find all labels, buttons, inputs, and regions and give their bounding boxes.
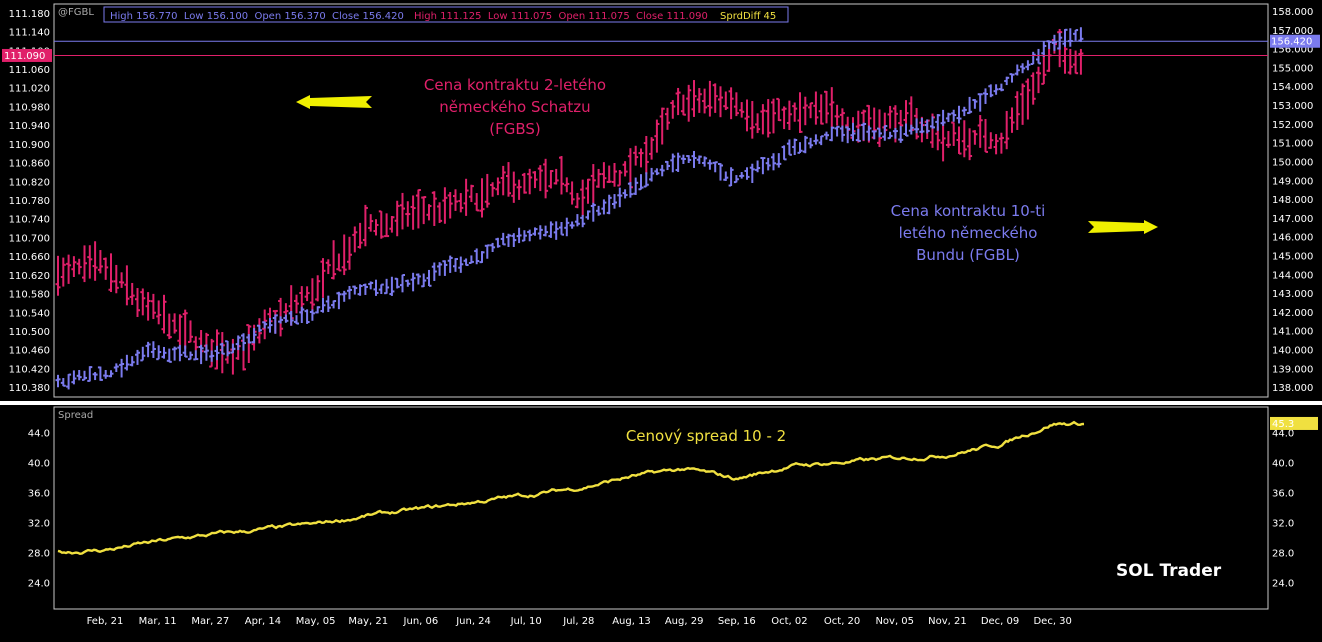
spread-axis-tick-label: 32.0 xyxy=(28,518,50,529)
fgbl-axis-tick-label: 143.000 xyxy=(1272,289,1313,300)
fgbl-axis-tick-label: 150.000 xyxy=(1272,157,1313,168)
fgbl-axis-tick-label: 140.000 xyxy=(1272,345,1313,356)
spread-annotation: Cenový spread 10 - 2 xyxy=(626,427,786,445)
fgbs-axis-tick-label: 110.540 xyxy=(9,308,50,319)
fgbs-annotation-line-2: německého Schatzu xyxy=(439,98,590,116)
fgbs-axis-tick-label: 110.820 xyxy=(9,177,50,188)
spread-panel-title: Spread xyxy=(58,410,93,421)
fgbs-quote: High 111.125 Low 111.075 Open 111.075 Cl… xyxy=(414,11,708,22)
spread-axis-tick-label: 24.0 xyxy=(1272,578,1294,589)
spread-last-value: 45.3 xyxy=(1272,419,1294,430)
fgbs-axis-tick-label: 110.700 xyxy=(9,233,50,244)
fgbl-axis-tick-label: 148.000 xyxy=(1272,195,1313,206)
spread-axis-tick-label: 40.0 xyxy=(28,459,50,470)
spread-axis-tick-label: 44.0 xyxy=(28,429,50,440)
chart: 110.380 110.420 110.460 110.500 110.540 110.5… xyxy=(0,0,1322,642)
spread-axis-tick-label: 36.0 xyxy=(1272,489,1294,500)
fgbs-annotation-line-3: (FGBS) xyxy=(489,120,541,138)
fgbl-axis-tick-label: 153.000 xyxy=(1272,101,1313,112)
date-tick-label: Dec, 30 xyxy=(1033,616,1071,627)
date-tick-label: Jul, 28 xyxy=(562,616,594,627)
fgbl-axis-tick-label: 155.000 xyxy=(1272,63,1313,74)
spread-axis-tick-label: 40.0 xyxy=(1272,459,1294,470)
fgbs-axis-tick-label: 110.740 xyxy=(9,215,50,226)
fgbl-axis-tick-label: 144.000 xyxy=(1272,270,1313,281)
fgbs-axis-tick-label: 110.980 xyxy=(9,102,50,113)
fgbl-axis-tick-label: 145.000 xyxy=(1272,251,1313,262)
date-tick-label: Oct, 20 xyxy=(824,616,860,627)
spread-axis-tick-label: 28.0 xyxy=(28,548,50,559)
fgbs-price-axis: 110.380 110.420 110.460 110.500 110.540 110.5… xyxy=(9,9,50,394)
fgbs-axis-tick-label: 110.900 xyxy=(9,140,50,151)
date-tick-label: Aug, 13 xyxy=(612,616,651,627)
fgbl-annotation-line-2: letého německého xyxy=(899,224,1038,242)
fgbs-axis-tick-label: 111.140 xyxy=(9,28,50,39)
fgbl-annotation-line-3: Bundu (FGBL) xyxy=(916,246,1020,264)
date-tick-label: Aug, 29 xyxy=(665,616,704,627)
fgbs-axis-tick-label: 110.860 xyxy=(9,159,50,170)
fgbl-axis-tick-label: 151.000 xyxy=(1272,139,1313,150)
fgbl-axis-tick-label: 147.000 xyxy=(1272,214,1313,225)
fgbs-axis-tick-label: 111.180 xyxy=(9,9,50,20)
date-tick-label: Mar, 11 xyxy=(139,616,177,627)
fgbs-axis-tick-label: 110.500 xyxy=(9,327,50,338)
spread-axis-tick-label: 36.0 xyxy=(28,489,50,500)
fgbl-axis-tick-label: 152.000 xyxy=(1272,120,1313,131)
fgbl-last-price-value: 156.420 xyxy=(1271,37,1312,48)
fgbs-axis-tick-label: 110.780 xyxy=(9,196,50,207)
fgbs-last-price-value: 111.090 xyxy=(4,51,45,62)
chart-background xyxy=(0,0,1322,642)
spread-quote: SprdDiff 45 xyxy=(720,11,776,22)
fgbs-axis-tick-label: 110.460 xyxy=(9,346,50,357)
spread-axis-tick-label: 32.0 xyxy=(1272,518,1294,529)
fgbs-axis-tick-label: 110.580 xyxy=(9,290,50,301)
date-tick-label: Nov, 21 xyxy=(928,616,967,627)
fgbs-axis-tick-label: 110.660 xyxy=(9,252,50,263)
fgbl-axis-tick-label: 149.000 xyxy=(1272,176,1313,187)
date-tick-label: Nov, 05 xyxy=(875,616,914,627)
panel-divider xyxy=(0,401,1322,405)
date-tick-label: Oct, 02 xyxy=(771,616,807,627)
fgbs-annotation-line-1: Cena kontraktu 2-letého xyxy=(424,76,606,94)
spread-axis-tick-label: 28.0 xyxy=(1272,548,1294,559)
fgbl-price-axis: 138.000 139.000 140.000 141.000 142.000 143.0… xyxy=(1272,7,1313,394)
date-tick-label: May, 05 xyxy=(296,616,336,627)
fgbs-axis-tick-label: 111.060 xyxy=(9,65,50,76)
fgbs-axis-tick-label: 110.420 xyxy=(9,364,50,375)
fgbl-annotation-line-1: Cena kontraktu 10-ti xyxy=(891,202,1046,220)
fgbs-axis-tick-label: 111.020 xyxy=(9,84,50,95)
date-tick-label: Sep, 16 xyxy=(718,616,756,627)
date-tick-label: Jul, 10 xyxy=(510,616,542,627)
date-tick-label: Mar, 27 xyxy=(191,616,229,627)
date-tick-label: Feb, 21 xyxy=(87,616,124,627)
fgbl-axis-tick-label: 138.000 xyxy=(1272,383,1313,394)
fgbs-axis-tick-label: 110.380 xyxy=(9,383,50,394)
spread-axis-tick-label: 24.0 xyxy=(28,578,50,589)
fgbl-axis-tick-label: 154.000 xyxy=(1272,82,1313,93)
date-tick-label: Jun, 06 xyxy=(403,616,439,627)
spread-axis-tick-label: 44.0 xyxy=(1272,429,1294,440)
brand-label: SOL Trader xyxy=(1116,561,1222,581)
fgbl-axis-tick-label: 141.000 xyxy=(1272,327,1313,338)
fgbs-axis-tick-label: 110.620 xyxy=(9,271,50,282)
symbol-label: @FGBL xyxy=(58,7,94,18)
fgbl-quote: High 156.770 Low 156.100 Open 156.370 Cl… xyxy=(110,11,404,22)
date-tick-label: Dec, 09 xyxy=(981,616,1019,627)
date-tick-label: Jun, 24 xyxy=(455,616,491,627)
fgbl-axis-tick-label: 139.000 xyxy=(1272,364,1313,375)
fgbl-axis-tick-label: 142.000 xyxy=(1272,308,1313,319)
date-tick-label: Apr, 14 xyxy=(245,616,281,627)
fgbl-axis-tick-label: 158.000 xyxy=(1272,7,1313,18)
fgbl-axis-tick-label: 146.000 xyxy=(1272,233,1313,244)
fgbs-axis-tick-label: 110.940 xyxy=(9,121,50,132)
date-tick-label: May, 21 xyxy=(348,616,388,627)
